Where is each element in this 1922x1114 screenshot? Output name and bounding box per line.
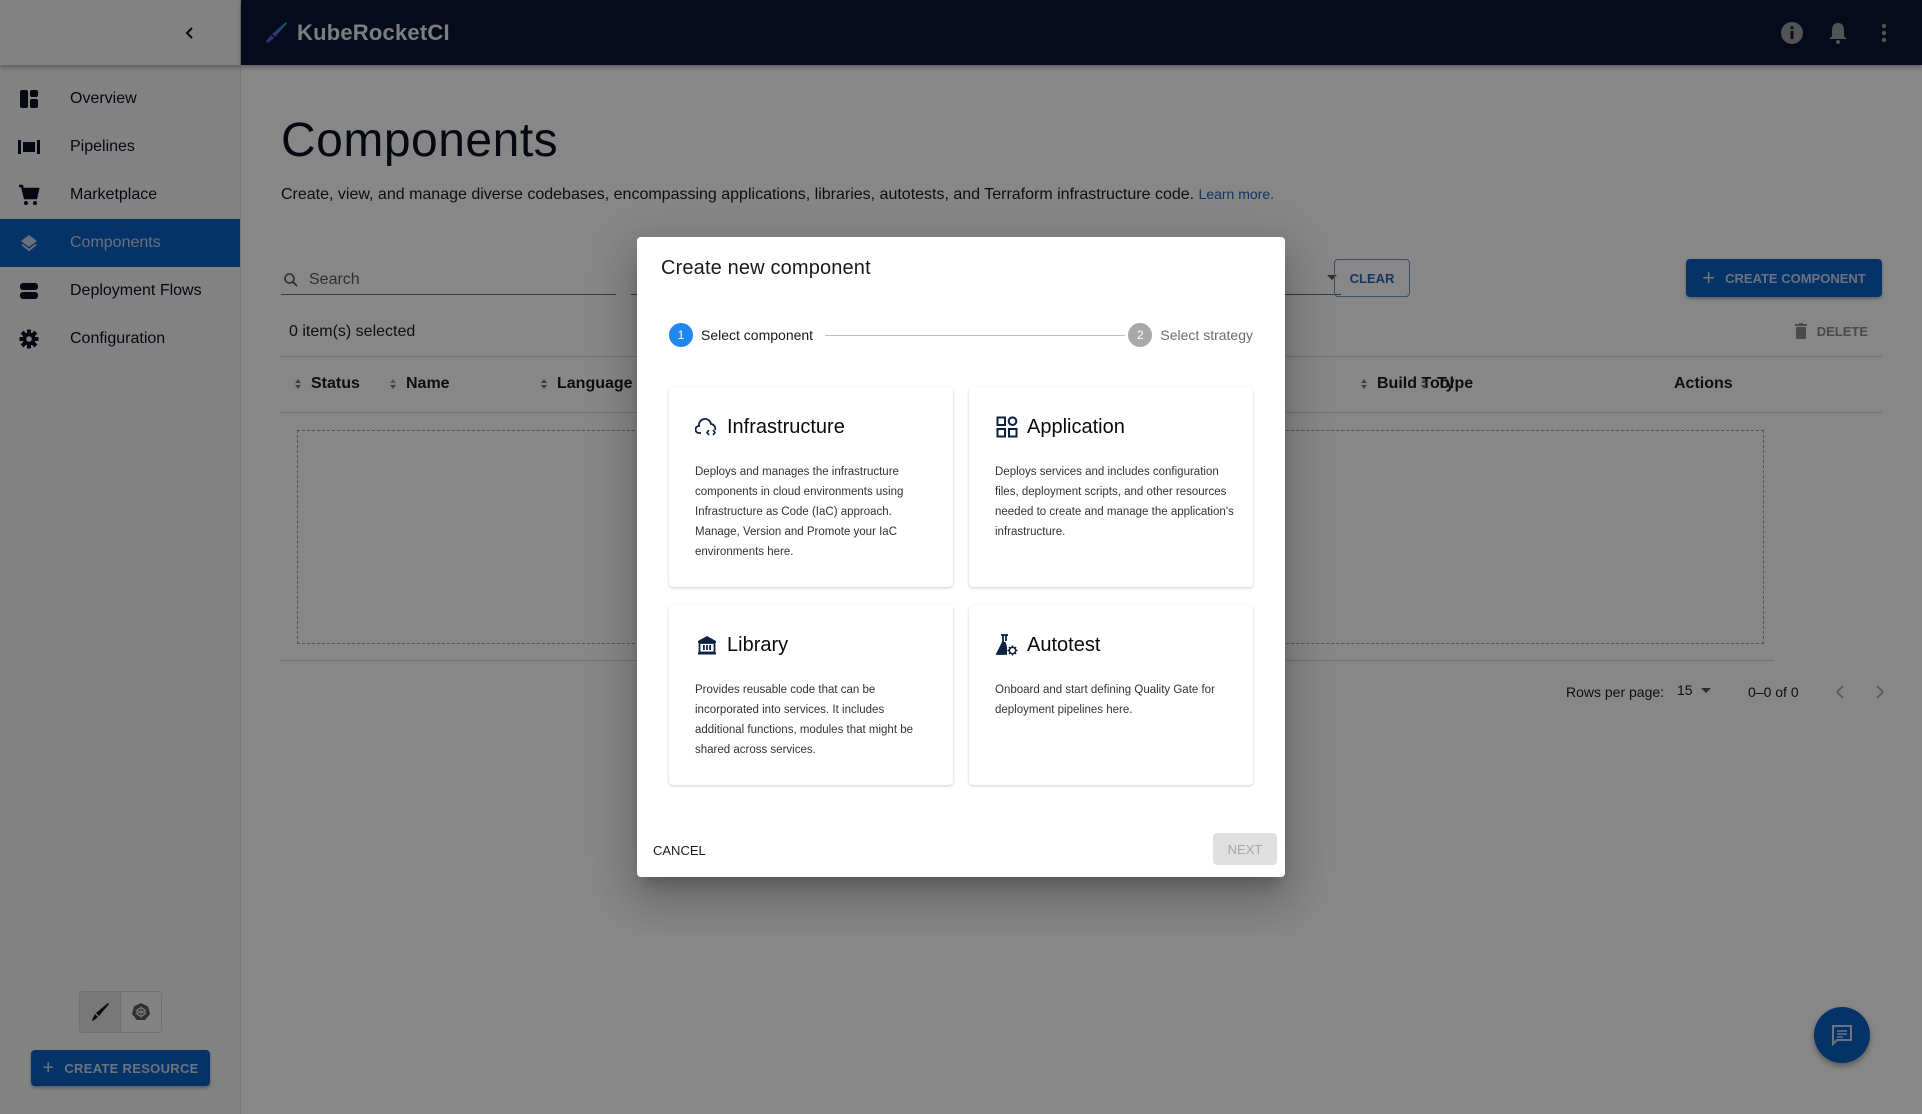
- step-number: 1: [669, 323, 693, 347]
- card-application[interactable]: Application Deploys services and include…: [969, 387, 1253, 587]
- card-description: Onboard and start defining Quality Gate …: [995, 684, 1215, 716]
- dialog-actions: CANCEL NEXT: [637, 827, 1285, 877]
- card-header: Application: [995, 415, 1125, 439]
- card-title: Autotest: [1027, 633, 1101, 656]
- create-component-dialog: Create new component 1 Select component …: [637, 237, 1285, 877]
- card-title: Library: [727, 633, 789, 656]
- stepper: 1 Select component 2 Select strategy: [669, 323, 1253, 349]
- step-select-component: 1 Select component: [669, 323, 813, 347]
- step-connector: [825, 335, 1125, 336]
- card-autotest[interactable]: Autotest Onboard and start defining Qual…: [969, 605, 1253, 785]
- next-button[interactable]: NEXT: [1213, 833, 1277, 865]
- card-library[interactable]: Library Provides reusable code that can …: [669, 605, 953, 785]
- card-title: Application: [1027, 415, 1125, 438]
- library-icon: [695, 633, 719, 657]
- cancel-button[interactable]: CANCEL: [647, 837, 712, 864]
- card-infrastructure[interactable]: Infrastructure Deploys and manages the i…: [669, 387, 953, 587]
- card-description: Deploys services and includes configurat…: [995, 466, 1234, 538]
- step-label: Select strategy: [1160, 327, 1253, 343]
- step-number: 2: [1128, 323, 1153, 347]
- card-description: Provides reusable code that can be incor…: [695, 684, 913, 756]
- card-title: Infrastructure: [727, 415, 845, 438]
- dialog-title: Create new component: [661, 257, 871, 279]
- card-header: Infrastructure: [695, 415, 845, 439]
- card-header: Library: [695, 633, 788, 657]
- step-select-strategy: 2 Select strategy: [1128, 323, 1253, 347]
- step-label: Select component: [701, 327, 814, 343]
- apps-grid-icon: [995, 415, 1019, 439]
- card-description: Deploys and manages the infrastructure c…: [695, 466, 904, 558]
- card-header: Autotest: [995, 633, 1100, 657]
- cloud-code-icon: [695, 415, 719, 439]
- flask-gear-icon: [995, 633, 1019, 657]
